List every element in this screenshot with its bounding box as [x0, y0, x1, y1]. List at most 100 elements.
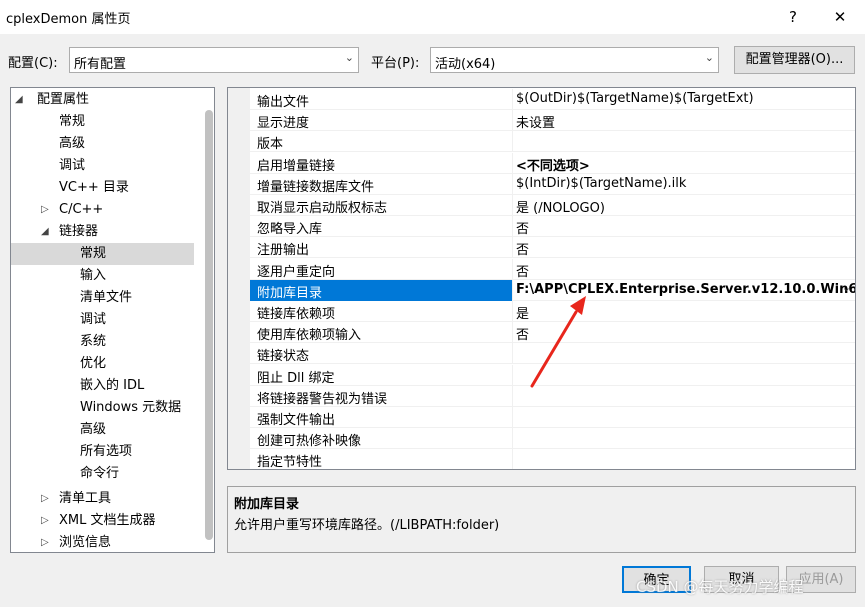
column-divider[interactable]: [512, 428, 513, 449]
property-row[interactable]: 链接状态: [250, 343, 855, 365]
help-button[interactable]: ?: [773, 4, 813, 30]
property-row[interactable]: 版本: [250, 131, 855, 153]
collapsed-arrow-icon[interactable]: ▷: [41, 510, 49, 532]
property-value[interactable]: 是 (/NOLOGO): [516, 197, 851, 216]
property-grid[interactable]: 输出文件 $(OutDir)$(TargetName)$(TargetExt) 显示…: [227, 87, 856, 470]
property-row[interactable]: 取消显示启动版权标志 是 (/NOLOGO): [250, 195, 855, 216]
tree-item-optimization[interactable]: 优化: [80, 353, 106, 375]
column-divider[interactable]: [512, 216, 513, 237]
property-value[interactable]: F:\APP\CPLEX.Enterprise.Server.v12.10.0.…: [516, 282, 855, 297]
property-name: 链接状态: [257, 349, 310, 365]
property-name: 输出文件: [257, 95, 310, 110]
config-label: 配置(C):: [8, 56, 58, 71]
collapsed-arrow-icon[interactable]: ▷: [41, 488, 49, 510]
tree-scrollbar[interactable]: [205, 110, 213, 540]
close-button[interactable]: ✕: [820, 4, 860, 30]
property-row[interactable]: 使用库依赖项输入 否: [250, 322, 855, 344]
column-divider[interactable]: [512, 407, 513, 427]
tree-item-debugging[interactable]: 调试: [59, 155, 85, 177]
config-select[interactable]: 所有配置 ⌄: [69, 47, 359, 73]
property-name: 取消显示启动版权标志: [257, 201, 388, 216]
title-bar: cplexDemon 属性页 ? ✕: [0, 0, 865, 34]
property-value[interactable]: $(OutDir)$(TargetName)$(TargetExt): [516, 91, 851, 106]
property-name: 增量链接数据库文件: [257, 179, 375, 195]
tree-item-command-line[interactable]: 命令行: [80, 463, 119, 485]
collapsed-arrow-icon[interactable]: ▷: [41, 532, 49, 552]
chevron-down-icon[interactable]: ⌄: [842, 281, 851, 294]
tree-item-browse-info[interactable]: ▷ 浏览信息: [41, 532, 201, 552]
column-divider[interactable]: [512, 131, 513, 152]
tree-item-xml-doc-label: XML 文档生成器: [59, 513, 156, 528]
column-divider[interactable]: [512, 152, 513, 173]
config-manager-button[interactable]: 配置管理器(O)...: [734, 46, 855, 74]
property-name: 强制文件输出: [257, 413, 336, 428]
column-divider[interactable]: [512, 449, 513, 469]
property-row[interactable]: 链接库依赖项 是: [250, 301, 855, 322]
tree-item-linker-general[interactable]: 常规: [11, 243, 194, 265]
tree-item-system[interactable]: 系统: [80, 331, 106, 353]
property-value[interactable]: 否: [516, 218, 851, 237]
column-divider[interactable]: [512, 279, 513, 300]
tree-item-linker-debugging[interactable]: 调试: [80, 309, 106, 331]
property-name: 链接库依赖项: [257, 307, 336, 322]
window-title: cplexDemon 属性页: [6, 12, 131, 27]
column-divider[interactable]: [512, 195, 513, 215]
column-divider[interactable]: [512, 110, 513, 131]
column-divider[interactable]: [512, 173, 513, 194]
property-row[interactable]: 输出文件 $(OutDir)$(TargetName)$(TargetExt): [250, 89, 855, 110]
property-value[interactable]: <不同选项>: [516, 155, 851, 174]
tree-item-cpp-label: C/C++: [59, 202, 104, 217]
tree-item-embedded-idl[interactable]: 嵌入的 IDL: [80, 375, 144, 397]
column-divider[interactable]: [512, 385, 513, 406]
property-name: 启用增量链接: [257, 158, 336, 174]
expanded-arrow-icon[interactable]: ◢: [15, 89, 23, 111]
property-row[interactable]: 注册输出 否: [250, 237, 855, 259]
tree-item-manifest-file[interactable]: 清单文件: [80, 287, 132, 309]
column-divider[interactable]: [512, 322, 513, 343]
tree-item-linker[interactable]: ◢ 链接器: [41, 221, 201, 243]
property-row[interactable]: 忽略导入库 否: [250, 216, 855, 238]
tree-item-all-options[interactable]: 所有选项: [80, 441, 132, 463]
tree-item-linker-general-label: 常规: [80, 246, 107, 261]
tree-item-input[interactable]: 输入: [80, 265, 106, 287]
property-row[interactable]: 阻止 Dll 绑定: [250, 364, 855, 386]
tree-item-cpp[interactable]: ▷ C/C++: [41, 199, 201, 221]
property-value[interactable]: 是: [516, 303, 851, 322]
property-value[interactable]: 否: [516, 261, 851, 280]
property-value[interactable]: $(IntDir)$(TargetName).ilk: [516, 176, 851, 191]
property-tree[interactable]: ◢ 配置属性 常规 高级 调试 VC++ 目录 ▷ C/C++ ◢ 链接器 常规…: [10, 87, 215, 553]
property-row[interactable]: 逐用户重定向 否: [250, 258, 855, 280]
property-row[interactable]: 增量链接数据库文件 $(IntDir)$(TargetName).ilk: [250, 173, 855, 195]
column-divider[interactable]: [512, 364, 513, 385]
property-name: 使用库依赖项输入: [257, 328, 362, 344]
collapsed-arrow-icon[interactable]: ▷: [41, 199, 49, 221]
property-row[interactable]: 启用增量链接 <不同选项>: [250, 152, 855, 174]
tree-item-xml-doc[interactable]: ▷ XML 文档生成器: [41, 510, 201, 532]
property-row[interactable]: 将链接器警告视为错误: [250, 385, 855, 407]
property-name: 显示进度: [257, 116, 310, 132]
property-row[interactable]: 指定节特性: [250, 449, 855, 469]
property-name: 忽略导入库: [257, 222, 323, 238]
expanded-arrow-icon[interactable]: ◢: [41, 221, 49, 243]
tree-item-linker-advanced[interactable]: 高级: [80, 419, 106, 441]
column-divider[interactable]: [512, 258, 513, 279]
property-row[interactable]: 显示进度 未设置: [250, 110, 855, 132]
tree-item-windows-metadata[interactable]: Windows 元数据: [80, 397, 181, 419]
tree-item-general[interactable]: 常规: [59, 111, 85, 133]
tree-item-advanced[interactable]: 高级: [59, 133, 85, 155]
column-divider[interactable]: [512, 237, 513, 258]
property-row[interactable]: 强制文件输出: [250, 407, 855, 428]
property-value[interactable]: 否: [516, 239, 851, 258]
column-divider[interactable]: [512, 89, 513, 109]
platform-select[interactable]: 活动(x64) ⌄: [430, 47, 719, 73]
property-row[interactable]: 附加库目录 F:\APP\CPLEX.Enterprise.Server.v12.…: [250, 279, 855, 301]
property-value[interactable]: 否: [516, 324, 851, 343]
column-divider[interactable]: [512, 343, 513, 364]
property-value[interactable]: 未设置: [516, 112, 851, 131]
tree-item-vc-directories[interactable]: VC++ 目录: [59, 177, 129, 199]
tree-item-manifest-tool[interactable]: ▷ 清单工具: [41, 488, 201, 510]
column-divider[interactable]: [512, 301, 513, 321]
description-title: 附加库目录: [234, 497, 300, 512]
tree-item-manifest-tool-label: 清单工具: [59, 491, 112, 506]
property-row[interactable]: 创建可热修补映像: [250, 428, 855, 450]
